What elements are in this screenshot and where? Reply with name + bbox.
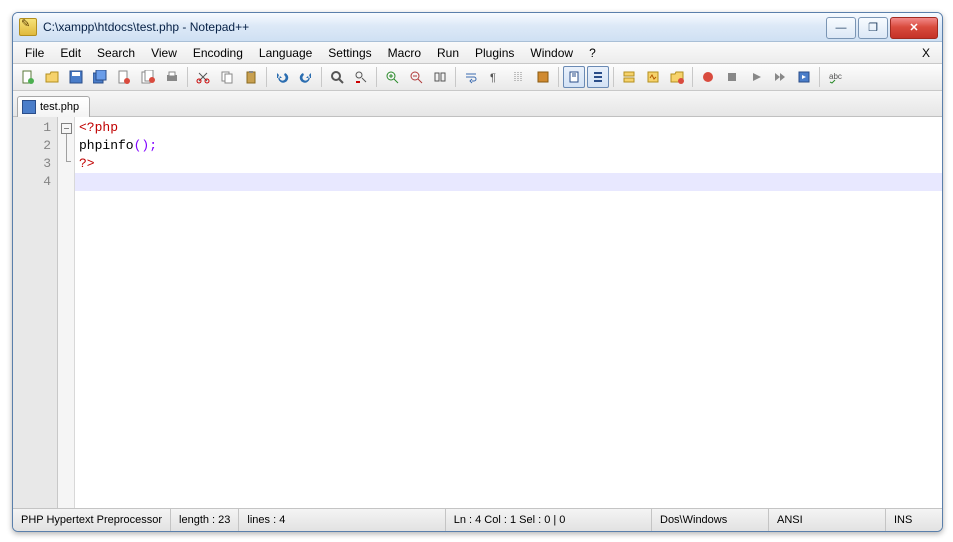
save-all-button[interactable] <box>89 66 111 88</box>
menu-view[interactable]: View <box>143 44 185 62</box>
macro-play-button[interactable] <box>745 66 767 88</box>
macro-record-button[interactable] <box>697 66 719 88</box>
user-lang-button[interactable] <box>532 66 554 88</box>
minimize-button[interactable]: — <box>826 17 856 39</box>
folder-as-workspace-button[interactable] <box>618 66 640 88</box>
line-number: 1 <box>13 119 57 137</box>
code-area[interactable]: <?phpphpinfo();?> <box>75 117 942 508</box>
toolbar: ¶ abc <box>13 64 942 91</box>
status-mode: INS <box>886 509 942 531</box>
zoom-in-button[interactable] <box>381 66 403 88</box>
sync-scroll-button[interactable] <box>429 66 451 88</box>
zoom-out-button[interactable] <box>405 66 427 88</box>
cut-button[interactable] <box>192 66 214 88</box>
editor: 1 2 3 4 <?phpphpinfo();?> <box>13 117 942 508</box>
code-line[interactable] <box>75 173 942 191</box>
menu-macro[interactable]: Macro <box>380 44 429 62</box>
macro-stop-button[interactable] <box>721 66 743 88</box>
doc-switcher-button[interactable] <box>666 66 688 88</box>
redo-button[interactable] <box>295 66 317 88</box>
status-eol: Dos\Windows <box>652 509 769 531</box>
tab-test-php[interactable]: test.php <box>17 96 90 117</box>
status-lines: lines : 4 <box>239 509 445 531</box>
paste-button[interactable] <box>240 66 262 88</box>
menu-language[interactable]: Language <box>251 44 320 62</box>
fold-column[interactable] <box>58 117 75 508</box>
line-number: 4 <box>13 173 57 191</box>
code-line[interactable]: <?php <box>75 119 942 137</box>
line-number: 3 <box>13 155 57 173</box>
open-file-button[interactable] <box>41 66 63 88</box>
close-all-button[interactable] <box>137 66 159 88</box>
tabbar: test.php <box>13 91 942 117</box>
close-file-button[interactable] <box>113 66 135 88</box>
macro-play-multi-button[interactable] <box>769 66 791 88</box>
macro-save-button[interactable] <box>793 66 815 88</box>
indent-guide-button[interactable] <box>508 66 530 88</box>
menu-window[interactable]: Window <box>522 44 581 62</box>
monitoring-button[interactable] <box>642 66 664 88</box>
code-line[interactable]: phpinfo(); <box>75 137 942 155</box>
menu-encoding[interactable]: Encoding <box>185 44 251 62</box>
copy-button[interactable] <box>216 66 238 88</box>
svg-text:¶: ¶ <box>490 72 496 84</box>
show-all-chars-button[interactable]: ¶ <box>484 66 506 88</box>
undo-button[interactable] <box>271 66 293 88</box>
status-length: length : 23 <box>171 509 239 531</box>
print-button[interactable] <box>161 66 183 88</box>
menu-edit[interactable]: Edit <box>52 44 89 62</box>
status-position: Ln : 4 Col : 1 Sel : 0 | 0 <box>446 509 652 531</box>
menu-settings[interactable]: Settings <box>320 44 379 62</box>
svg-text:abc: abc <box>829 72 842 81</box>
app-window: C:\xampp\htdocs\test.php - Notepad++ — ❐… <box>12 12 943 532</box>
func-list-button[interactable] <box>587 66 609 88</box>
file-icon <box>22 100 36 114</box>
spellcheck-button[interactable]: abc <box>824 66 846 88</box>
replace-button[interactable] <box>350 66 372 88</box>
menu-file[interactable]: File <box>17 44 52 62</box>
code-line[interactable]: ?> <box>75 155 942 173</box>
save-button[interactable] <box>65 66 87 88</box>
status-encoding: ANSI <box>769 509 886 531</box>
close-button[interactable]: ✕ <box>890 17 938 39</box>
find-button[interactable] <box>326 66 348 88</box>
statusbar: PHP Hypertext Preprocessor length : 23 l… <box>13 508 942 531</box>
menu-search[interactable]: Search <box>89 44 143 62</box>
menubar: File Edit Search View Encoding Language … <box>13 42 942 64</box>
maximize-button[interactable]: ❐ <box>858 17 888 39</box>
line-number: 2 <box>13 137 57 155</box>
wordwrap-button[interactable] <box>460 66 482 88</box>
app-icon <box>19 18 37 36</box>
menu-help[interactable]: ? <box>581 44 604 62</box>
new-file-button[interactable] <box>17 66 39 88</box>
window-controls: — ❐ ✕ <box>824 17 938 37</box>
menu-run[interactable]: Run <box>429 44 467 62</box>
window-title: C:\xampp\htdocs\test.php - Notepad++ <box>43 20 824 34</box>
fold-toggle-icon[interactable] <box>61 123 72 134</box>
titlebar[interactable]: C:\xampp\htdocs\test.php - Notepad++ — ❐… <box>13 13 942 42</box>
status-language: PHP Hypertext Preprocessor <box>13 509 171 531</box>
tab-label: test.php <box>40 101 79 113</box>
menu-extra-x[interactable]: X <box>914 44 938 62</box>
menu-plugins[interactable]: Plugins <box>467 44 522 62</box>
line-number-gutter[interactable]: 1 2 3 4 <box>13 117 58 508</box>
doc-map-button[interactable] <box>563 66 585 88</box>
